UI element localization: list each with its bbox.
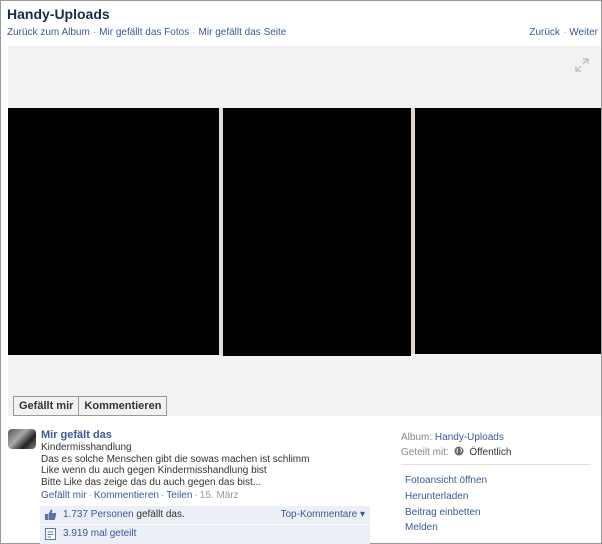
likes-count: 1.737 Personen gefällt das. xyxy=(63,509,185,520)
post-meta: Gefällt mir · Kommentieren · Teilen · 15. März xyxy=(41,490,239,501)
caption-line: Das es solche Menschen gibt die sowas ma… xyxy=(41,453,310,465)
like-button[interactable]: Gefällt mir xyxy=(14,397,78,415)
privacy-value[interactable]: Öffentlich xyxy=(469,447,511,458)
sidebar-divider xyxy=(401,464,591,465)
next-link[interactable]: Weiter xyxy=(569,27,598,38)
open-photo-view-link[interactable]: Fotoansicht öffnen xyxy=(405,473,487,489)
post-author[interactable]: Mir gefält das xyxy=(41,429,112,441)
likes-suffix: gefällt das. xyxy=(136,509,185,520)
separator: · xyxy=(194,490,198,501)
album-label: Album: xyxy=(401,432,433,443)
post-comment-link[interactable]: Kommentieren xyxy=(94,490,159,501)
like-photos-link[interactable]: Mir gefällt das Fotos xyxy=(99,27,189,38)
likes-box: 1.737 Personen gefällt das. Top-Kommenta… xyxy=(40,506,370,544)
avatar[interactable] xyxy=(8,429,36,449)
post-date[interactable]: 15. März xyxy=(200,490,239,501)
photo-panel-left xyxy=(8,108,219,355)
separator: · xyxy=(92,27,97,38)
shares-count[interactable]: 3.919 mal geteilt xyxy=(63,528,136,539)
separator: · xyxy=(562,27,567,38)
shares-row: 3.919 mal geteilt xyxy=(40,525,370,543)
caption-line: Kindermisshandlung xyxy=(41,442,132,453)
separator: · xyxy=(88,490,92,501)
photo-sidebar: Album: Handy-Uploads Geteilt mit: Öffent… xyxy=(401,430,591,460)
photo-stage[interactable] xyxy=(8,46,601,416)
like-page-link[interactable]: Mir gefällt das Seite xyxy=(199,27,287,38)
download-link[interactable]: Herunterladen xyxy=(405,489,487,505)
album-info: Album: Handy-Uploads xyxy=(401,430,591,445)
sidebar-actions: Fotoansicht öffnen Herunterladen Beitrag… xyxy=(405,473,487,536)
globe-icon xyxy=(454,446,464,456)
post-like-link[interactable]: Gefällt mir xyxy=(41,490,87,501)
post-share-link[interactable]: Teilen xyxy=(166,490,192,501)
top-comments-dropdown[interactable]: Top-Kommentare ▾ xyxy=(281,509,366,520)
album-title[interactable]: Handy-Uploads xyxy=(7,6,110,22)
privacy-info: Geteilt mit: Öffentlich xyxy=(401,445,591,460)
back-to-album-link[interactable]: Zurück zum Album xyxy=(7,27,90,38)
likes-people-link[interactable]: 1.737 Personen xyxy=(63,509,134,520)
post-caption: Kindermisshandlung Das es solche Mensche… xyxy=(41,442,309,488)
caption-line: Like wenn du auch gegen Kindermisshandlu… xyxy=(41,465,267,476)
thumbs-up-icon xyxy=(45,509,57,520)
embed-post-link[interactable]: Beitrag einbetten xyxy=(405,505,487,521)
separator: · xyxy=(192,27,196,38)
share-icon xyxy=(45,528,56,540)
comment-button[interactable]: Kommentieren xyxy=(78,397,166,415)
caption-line: Bitte Like das zeige das du auch gegen d… xyxy=(41,476,262,488)
shared-label: Geteilt mit: xyxy=(401,447,449,458)
previous-link[interactable]: Zurück xyxy=(529,27,560,38)
likes-row: 1.737 Personen gefällt das. Top-Kommenta… xyxy=(40,506,370,525)
photo-viewer: Handy-Uploads Zurück zum Album · Mir gefäl… xyxy=(0,0,602,544)
photo-pager: Zurück · Weiter xyxy=(529,27,598,38)
photo-panel-right xyxy=(415,108,601,354)
expand-icon[interactable] xyxy=(575,58,589,72)
breadcrumb: Zurück zum Album · Mir gefällt das Fotos · M… xyxy=(7,27,286,38)
photo-panel-middle xyxy=(223,108,411,356)
album-link[interactable]: Handy-Uploads xyxy=(435,432,504,443)
report-link[interactable]: Melden xyxy=(405,520,487,536)
photo-actions: Gefällt mir Kommentieren xyxy=(13,396,168,416)
